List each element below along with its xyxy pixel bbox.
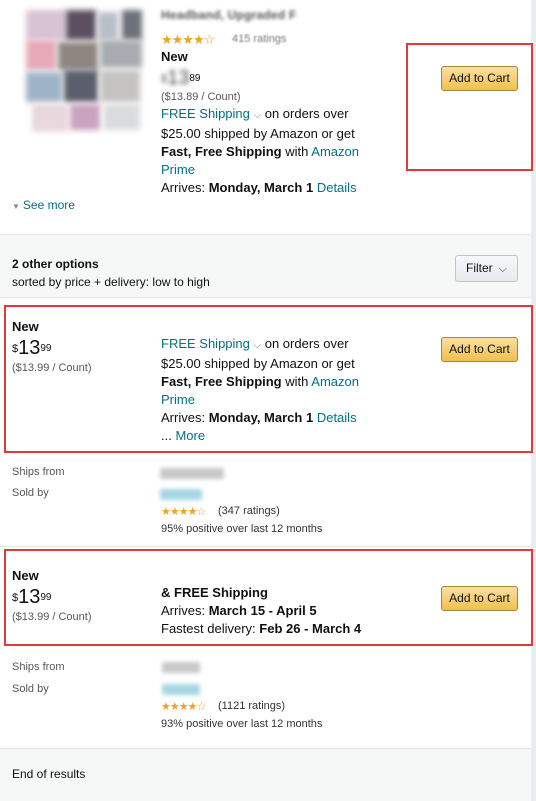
- details-link[interactable]: Details: [317, 180, 357, 195]
- price: $1389: [161, 67, 201, 89]
- product-title[interactable]: Headband, Upgraded F: [161, 8, 521, 22]
- ships-from-value: [162, 662, 200, 673]
- seller-name-link[interactable]: [160, 489, 202, 500]
- sold-by-label: Sold by: [12, 487, 49, 499]
- free-shipping-link[interactable]: FREE Shipping: [161, 106, 250, 121]
- seller-name-link[interactable]: [162, 684, 200, 695]
- add-to-cart-button[interactable]: Add to Cart: [441, 586, 518, 611]
- sort-description: sorted by price + delivery: low to high: [12, 275, 210, 289]
- amazon-prime-link[interactable]: Amazon: [311, 374, 359, 389]
- ships-from-label: Ships from: [12, 661, 65, 673]
- add-to-cart-button[interactable]: Add to Cart: [441, 337, 518, 362]
- unit-price: ($13.89 / Count): [161, 91, 241, 103]
- product-thumbnail[interactable]: [26, 10, 142, 132]
- details-link[interactable]: Details: [317, 410, 357, 425]
- see-more-link[interactable]: ▼ See more: [12, 198, 75, 212]
- price: $1399: [12, 337, 52, 359]
- shipping-info: FREE Shipping ⌵ on orders over $25.00 sh…: [161, 336, 359, 443]
- chevron-down-icon[interactable]: ⌵: [254, 110, 262, 121]
- seller-rating-stars[interactable]: ★★★★☆: [161, 505, 206, 518]
- condition-label: New: [161, 49, 188, 64]
- ratings-count[interactable]: 415 ratings: [232, 33, 286, 45]
- price: $1399: [12, 586, 52, 608]
- amazon-prime-link[interactable]: Amazon: [311, 144, 359, 159]
- shipping-info: FREE Shipping ⌵ on orders over $25.00 sh…: [161, 106, 359, 195]
- end-of-results-text: End of results: [12, 767, 86, 781]
- shipping-info: & FREE Shipping Arrives: March 15 - Apri…: [161, 585, 362, 636]
- unit-price: ($13.99 / Count): [12, 611, 92, 623]
- options-count: 2 other options: [12, 257, 99, 271]
- seller-rating-stars[interactable]: ★★★★☆: [161, 700, 206, 713]
- seller-ratings-count[interactable]: (347 ratings): [218, 505, 280, 517]
- rating-stars[interactable]: ★★★★☆: [161, 32, 215, 48]
- free-shipping-link[interactable]: FREE Shipping: [161, 336, 250, 351]
- add-to-cart-button[interactable]: Add to Cart: [441, 66, 518, 91]
- sold-by-label: Sold by: [12, 683, 49, 695]
- condition-label: New: [12, 319, 39, 334]
- highlight-box: [406, 43, 533, 171]
- unit-price: ($13.99 / Count): [12, 362, 92, 374]
- ships-from-value: [160, 468, 224, 479]
- seller-positive-feedback: 93% positive over last 12 months: [161, 718, 323, 730]
- options-header: 2 other options sorted by price + delive…: [0, 234, 531, 298]
- seller-ratings-count[interactable]: (1121 ratings): [218, 700, 285, 712]
- condition-label: New: [12, 568, 39, 583]
- end-of-results: End of results: [0, 748, 531, 801]
- chevron-down-icon[interactable]: ⌵: [254, 340, 262, 351]
- ships-from-label: Ships from: [12, 466, 65, 478]
- seller-positive-feedback: 95% positive over last 12 months: [161, 523, 323, 535]
- more-link[interactable]: More: [175, 428, 205, 443]
- divider: [0, 546, 531, 547]
- chevron-down-icon: ⌵: [498, 263, 508, 275]
- chevron-down-icon: ▼: [12, 202, 20, 211]
- filter-button[interactable]: Filter ⌵: [455, 255, 518, 282]
